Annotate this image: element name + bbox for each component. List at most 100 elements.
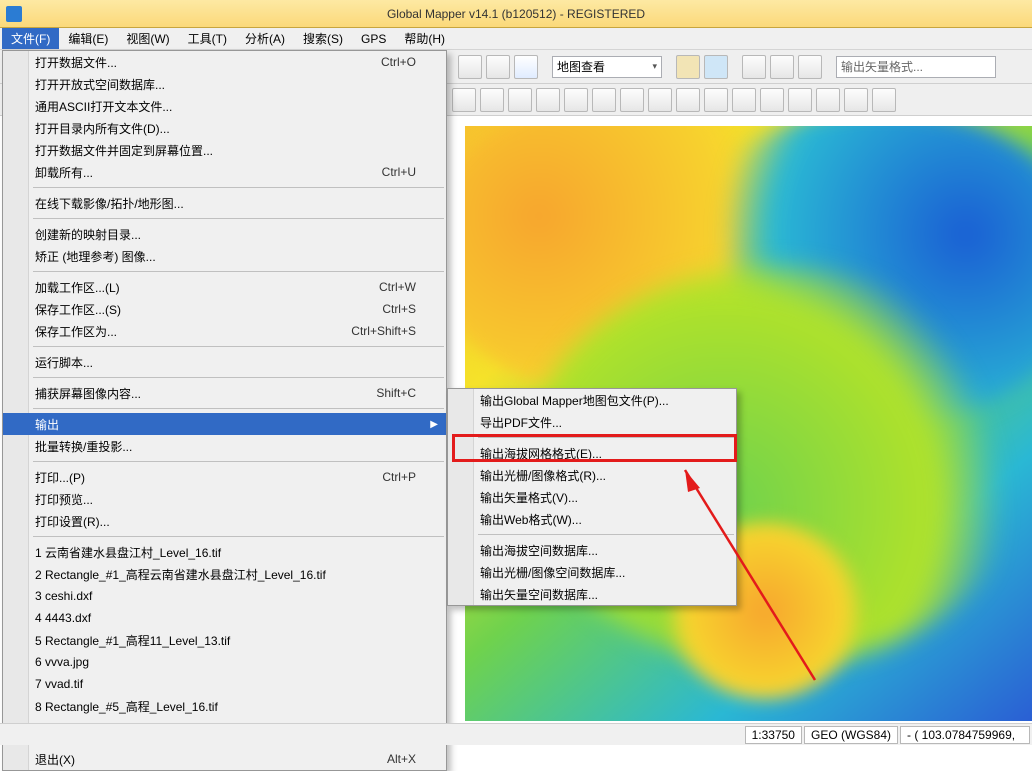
toolbar-button[interactable] xyxy=(742,55,766,79)
toolbar-button[interactable] xyxy=(676,55,700,79)
menu-item[interactable]: 退出(X)Alt+X xyxy=(3,748,446,770)
menu-item-label: 导出PDF文件... xyxy=(480,414,562,431)
menu-item[interactable]: 7 vvad.tif xyxy=(3,673,446,695)
menu-item[interactable]: 输出▶ xyxy=(3,413,446,435)
menu-separator xyxy=(33,187,444,188)
toolbar-button[interactable] xyxy=(648,88,672,112)
toolbar-button[interactable] xyxy=(704,55,728,79)
menu-item-label: 批量转换/重投影... xyxy=(35,438,132,455)
menu-item[interactable]: 输出海拔空间数据库... xyxy=(448,539,736,561)
menu-item[interactable]: 输出光栅/图像格式(R)... xyxy=(448,464,736,486)
menu-item[interactable]: 打开数据文件并固定到屏幕位置... xyxy=(3,139,446,161)
menu-item[interactable]: 打印设置(R)... xyxy=(3,510,446,532)
menu-item[interactable]: 加载工作区...(L)Ctrl+W xyxy=(3,276,446,298)
toolbar-button[interactable] xyxy=(816,88,840,112)
menu-item[interactable]: 保存工作区为...Ctrl+Shift+S xyxy=(3,320,446,342)
menu-item-label: 保存工作区为... xyxy=(35,323,117,340)
toolbar-button[interactable] xyxy=(514,55,538,79)
chevron-down-icon: ▾ xyxy=(652,61,657,72)
menu-item-label: 创建新的映射目录... xyxy=(35,226,141,243)
toolbar-button[interactable] xyxy=(872,88,896,112)
menu-item[interactable]: 捕获屏幕图像内容...Shift+C xyxy=(3,382,446,404)
toolbar-button[interactable] xyxy=(760,88,784,112)
menu-item[interactable]: 通用ASCII打开文本文件... xyxy=(3,95,446,117)
menu-item-label: 输出海拔空间数据库... xyxy=(480,542,598,559)
menu-item[interactable]: 输出矢量空间数据库... xyxy=(448,583,736,605)
menu-item[interactable]: 保存工作区...(S)Ctrl+S xyxy=(3,298,446,320)
toolbar-button[interactable] xyxy=(770,55,794,79)
toolbar-button[interactable] xyxy=(480,88,504,112)
menu-编辑(E)[interactable]: 编辑(E) xyxy=(59,28,117,49)
status-bar: 1:33750 GEO (WGS84) - ( 103.0784759969, xyxy=(0,723,1032,745)
menu-item[interactable]: 输出Web格式(W)... xyxy=(448,508,736,530)
menu-shortcut: Ctrl+O xyxy=(351,55,416,69)
toolbar-button[interactable] xyxy=(508,88,532,112)
export-submenu: 输出Global Mapper地图包文件(P)... 导出PDF文件... 输出海拔… xyxy=(447,388,737,606)
menu-item[interactable]: 卸载所有...Ctrl+U xyxy=(3,161,446,183)
menu-item[interactable]: 输出海拔网格格式(E)... xyxy=(448,442,736,464)
menu-item-label: 输出Web格式(W)... xyxy=(480,511,582,528)
menu-separator xyxy=(478,437,734,438)
menu-separator xyxy=(33,218,444,219)
toolbar-button[interactable] xyxy=(486,55,510,79)
menu-视图(W)[interactable]: 视图(W) xyxy=(117,28,178,49)
toolbar-button[interactable] xyxy=(798,55,822,79)
toolbar-button[interactable] xyxy=(704,88,728,112)
menu-bar: 文件(F)编辑(E)视图(W)工具(T)分析(A)搜索(S)GPS帮助(H) xyxy=(0,28,1032,50)
menu-item[interactable]: 输出Global Mapper地图包文件(P)... xyxy=(448,389,736,411)
toolbar-button[interactable] xyxy=(788,88,812,112)
toolbar-button[interactable] xyxy=(676,88,700,112)
title-bar: Global Mapper v14.1 (b120512) - REGISTER… xyxy=(0,0,1032,28)
menu-item-label: 输出矢量格式(V)... xyxy=(480,489,578,506)
menu-item[interactable]: 输出矢量格式(V)... xyxy=(448,486,736,508)
menu-item-label: 4 4443.dxf xyxy=(35,611,91,625)
menu-separator xyxy=(478,534,734,535)
menu-item[interactable]: 导出PDF文件... xyxy=(448,411,736,433)
menu-文件(F)[interactable]: 文件(F) xyxy=(2,28,59,49)
menu-separator xyxy=(33,536,444,537)
menu-item[interactable]: 创建新的映射目录... xyxy=(3,223,446,245)
toolbar-button[interactable] xyxy=(620,88,644,112)
toolbar-button[interactable] xyxy=(458,55,482,79)
menu-item[interactable]: 6 vvva.jpg xyxy=(3,651,446,673)
menu-搜索(S)[interactable]: 搜索(S) xyxy=(294,28,352,49)
menu-item-label: 运行脚本... xyxy=(35,354,93,371)
menu-shortcut: Ctrl+S xyxy=(352,302,416,316)
menu-item[interactable]: 在线下载影像/拓扑/地形图... xyxy=(3,192,446,214)
toolbar-button[interactable] xyxy=(564,88,588,112)
menu-item[interactable]: 矫正 (地理参考) 图像... xyxy=(3,245,446,267)
menu-item[interactable]: 批量转换/重投影... xyxy=(3,435,446,457)
menu-分析(A)[interactable]: 分析(A) xyxy=(236,28,294,49)
view-mode-combo[interactable]: 地图查看 ▾ xyxy=(552,56,662,78)
menu-工具(T)[interactable]: 工具(T) xyxy=(179,28,236,49)
menu-shortcut: Shift+C xyxy=(346,386,416,400)
menu-item[interactable]: 打印预览... xyxy=(3,488,446,510)
menu-item-label: 打开数据文件... xyxy=(35,54,117,71)
menu-帮助(H)[interactable]: 帮助(H) xyxy=(395,28,454,49)
toolbar-button[interactable] xyxy=(732,88,756,112)
toolbar-button[interactable] xyxy=(844,88,868,112)
menu-item[interactable]: 打开开放式空间数据库... xyxy=(3,73,446,95)
menu-item[interactable]: 输出光栅/图像空间数据库... xyxy=(448,561,736,583)
menu-item-label: 加载工作区...(L) xyxy=(35,279,120,296)
menu-item[interactable]: 1 云南省建水县盘江村_Level_16.tif xyxy=(3,541,446,563)
menu-item[interactable]: 8 Rectangle_#5_高程_Level_16.tif xyxy=(3,695,446,717)
menu-item[interactable]: 4 4443.dxf xyxy=(3,607,446,629)
menu-item[interactable]: 打印...(P)Ctrl+P xyxy=(3,466,446,488)
menu-item[interactable]: 运行脚本... xyxy=(3,351,446,373)
menu-item-label: 输出Global Mapper地图包文件(P)... xyxy=(480,392,669,409)
menu-item[interactable]: 5 Rectangle_#1_高程11_Level_13.tif xyxy=(3,629,446,651)
menu-item[interactable]: 打开目录内所有文件(D)... xyxy=(3,117,446,139)
toolbar-button[interactable] xyxy=(592,88,616,112)
menu-item-label: 6 vvva.jpg xyxy=(35,655,89,669)
toolbar-button[interactable] xyxy=(536,88,560,112)
toolbar-button[interactable] xyxy=(452,88,476,112)
menu-item[interactable]: 2 Rectangle_#1_高程云南省建水县盘江村_Level_16.tif xyxy=(3,563,446,585)
menu-item-label: 输出光栅/图像空间数据库... xyxy=(480,564,625,581)
menu-separator xyxy=(33,408,444,409)
menu-item-label: 打印预览... xyxy=(35,491,93,508)
feature-search-input[interactable] xyxy=(836,56,996,78)
menu-item[interactable]: 打开数据文件... Ctrl+O xyxy=(3,51,446,73)
menu-item[interactable]: 3 ceshi.dxf xyxy=(3,585,446,607)
menu-GPS[interactable]: GPS xyxy=(352,28,395,49)
